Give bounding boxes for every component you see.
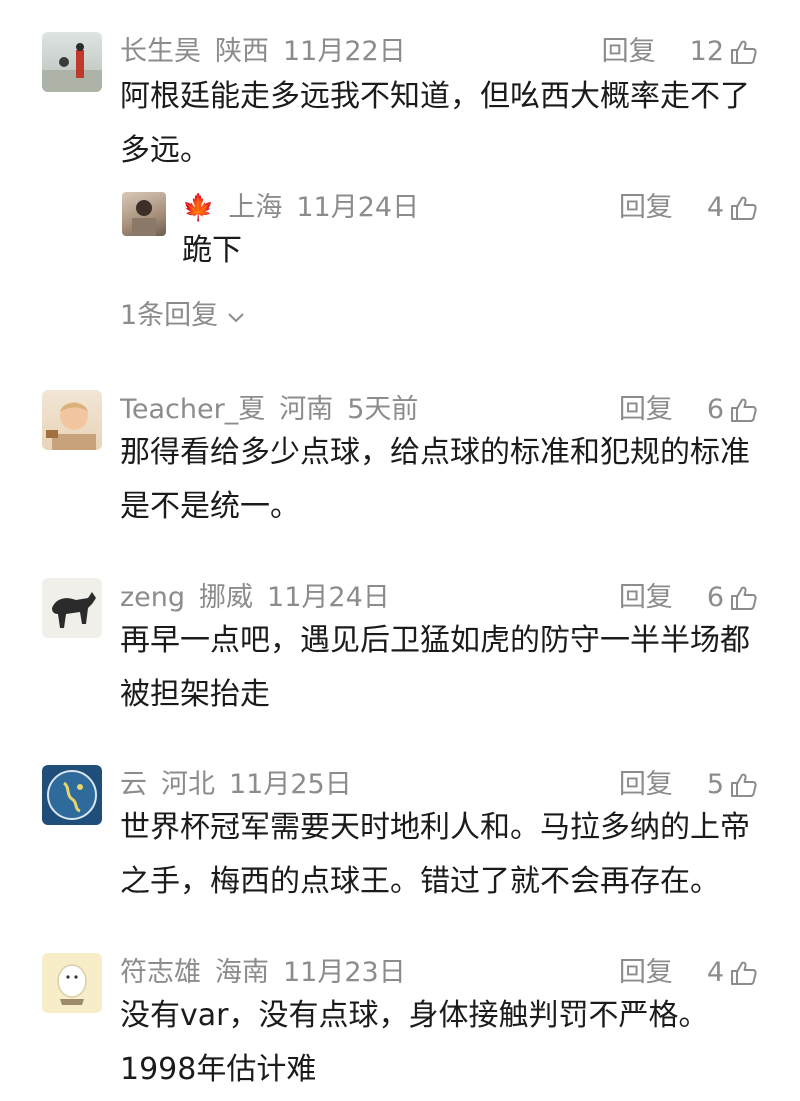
avatar[interactable] [122, 192, 166, 236]
location: 上海 [228, 192, 283, 223]
like-count: 12 [689, 36, 724, 67]
reply-button[interactable]: 回复 [619, 953, 673, 993]
comment-meta: zeng 挪威 11月24日 [120, 578, 404, 618]
more-replies-label: 1条回复 [120, 300, 219, 331]
like-count: 4 [706, 957, 724, 988]
reply-text: 跪下 [182, 233, 242, 268]
like-count: 6 [706, 582, 724, 613]
timestamp: 11月22日 [283, 36, 406, 67]
comment-text: 没有var，没有点球，身体接触判罚不严格。1998年估计难 [120, 998, 709, 1087]
timestamp: 5天前 [347, 394, 419, 425]
reply-meta: 🍁 上海 11月24日 [182, 188, 433, 228]
username[interactable]: Teacher_夏 [120, 394, 265, 425]
like-count: 6 [706, 394, 724, 425]
thumbs-up-icon[interactable] [730, 194, 758, 222]
comment-actions: 回复 5 [619, 765, 758, 805]
avatar[interactable] [42, 390, 102, 450]
thumbs-up-icon[interactable] [730, 584, 758, 612]
reply-button[interactable]: 回复 [619, 578, 673, 618]
thumbs-up-icon[interactable] [730, 771, 758, 799]
avatar[interactable] [42, 32, 102, 92]
like-count: 4 [706, 192, 724, 223]
thumbs-up-icon[interactable] [730, 959, 758, 987]
comment-meta: 云河北 11月25日 [120, 765, 366, 805]
reply-button[interactable]: 回复 [619, 390, 673, 430]
comment-text: 阿根廷能走多远我不知道，但吆西大概率走不了多远。 [120, 79, 750, 168]
comment-meta: Teacher_夏 河南 5天前 [120, 390, 432, 430]
reply-button[interactable]: 回复 [602, 32, 656, 72]
reply-actions: 回复 4 [619, 188, 758, 228]
comment-actions: 回复 4 [619, 953, 758, 993]
reply-button[interactable]: 回复 [619, 765, 673, 805]
expand-replies-link[interactable]: 1条回复 [120, 296, 245, 336]
location: 海南 [215, 957, 269, 988]
like-count: 5 [706, 769, 724, 800]
username[interactable]: zeng [120, 582, 185, 613]
thumbs-up-icon[interactable] [730, 396, 758, 424]
comment-actions: 回复 6 [619, 578, 758, 618]
username[interactable]: 长生昊 [120, 36, 201, 67]
location: 陕西 [215, 36, 269, 67]
reply-button[interactable]: 回复 [619, 188, 673, 228]
comment-meta: 符志雄 海南 11月23日 [120, 953, 420, 993]
maple-leaf-icon: 🍁 [182, 193, 215, 223]
timestamp: 11月24日 [296, 192, 420, 223]
chevron-down-icon [227, 300, 245, 331]
location: 挪威 [199, 582, 254, 613]
timestamp: 11月24日 [267, 582, 390, 613]
comment-meta: 长生昊 陕西 11月22日 [120, 32, 420, 72]
comment-actions: 回复 6 [619, 390, 758, 430]
avatar[interactable] [42, 765, 102, 825]
location: 河北 [161, 769, 215, 800]
avatar[interactable] [42, 953, 102, 1013]
avatar[interactable] [42, 578, 102, 638]
username[interactable]: 符志雄 [120, 957, 201, 988]
comment-text: 再早一点吧，遇见后卫猛如虎的防守一半半场都被担架抬走 [120, 623, 750, 712]
comment-text: 那得看给多少点球，给点球的标准和犯规的标准是不是统一。 [120, 435, 750, 524]
timestamp: 11月23日 [283, 957, 406, 988]
timestamp: 11月25日 [229, 769, 352, 800]
thumbs-up-icon[interactable] [730, 38, 758, 66]
username[interactable]: 云 [120, 769, 147, 800]
location: 河南 [279, 394, 334, 425]
comment-text: 世界杯冠军需要天时地利人和。马拉多纳的上帝之手，梅西的点球王。错过了就不会再存在… [120, 810, 750, 899]
comment-actions: 回复 12 [602, 32, 758, 72]
